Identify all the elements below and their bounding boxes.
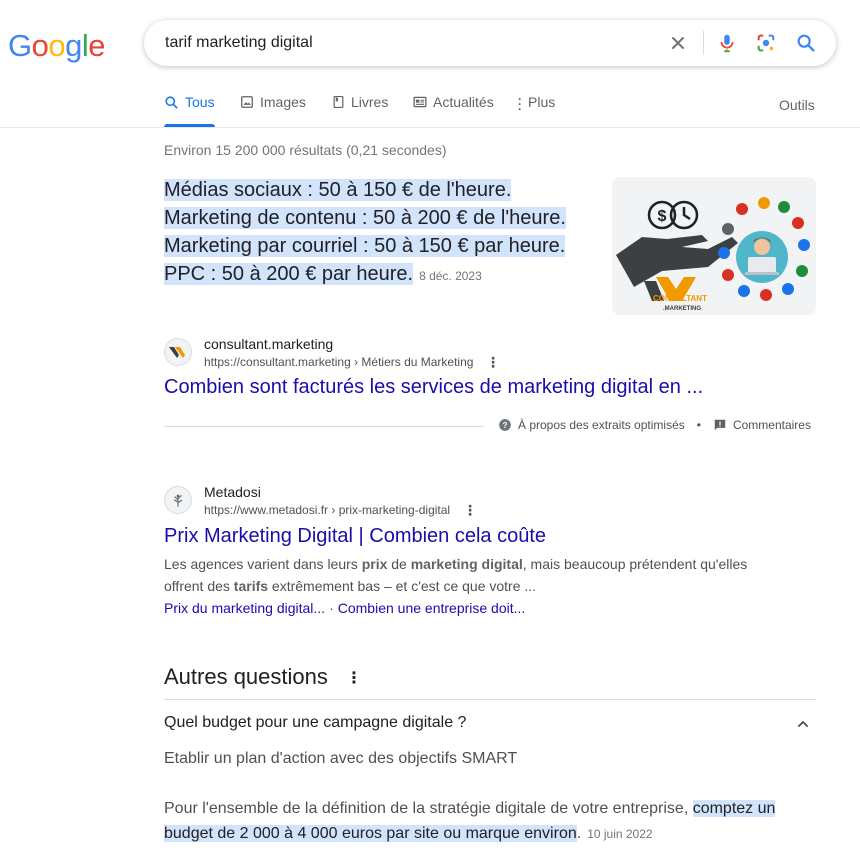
bullet: • [696,418,701,432]
snippet-line: Médias sociaux : 50 à 150 € de l'heure. [164,179,512,201]
header-divider [0,127,860,128]
search-icon [165,96,178,109]
svg-text:?: ? [503,421,508,430]
image-icon [241,96,253,108]
image-caption: CONSULTANT [653,294,707,303]
paa-answer-heading: Etablir un plan d'action avec des object… [164,750,518,767]
search-input[interactable]: tarif marketing digital [165,34,313,52]
snippet-text: extrêmement bas – et c'est ce que votre … [268,578,537,594]
chevron-up-icon[interactable] [795,716,811,737]
tab-label: Tous [185,94,215,110]
metadosi-favicon [164,486,192,514]
featured-snippet-image[interactable]: $ CONSULTANT .MARKETING [612,177,816,315]
tab-more[interactable]: · · · Plus [518,92,556,127]
snippet-text: Les agences varient dans leurs [164,556,362,572]
result-title-link[interactable]: Combien sont facturés les services de ma… [164,376,703,399]
more-options-icon[interactable]: ⋮ [346,668,362,688]
microphone-icon[interactable] [715,31,739,55]
logo-letter: G [8,28,32,63]
search-divider [703,31,704,55]
answer-text: Pour l'ensemble de la définition de la s… [164,800,693,817]
image-caption: .MARKETING [663,306,701,312]
about-snippets-link[interactable]: À propos des extraits optimisés [518,418,685,432]
paa-title: Autres questions [164,664,328,689]
snippet-line: Marketing par courriel : 50 à 150 € par … [164,235,566,257]
tab-label: Images [260,94,306,110]
more-options-icon[interactable]: ⋮ [486,354,500,371]
lens-icon[interactable] [754,31,778,55]
sitelinks: Prix du marketing digital... · Combien une… [164,600,525,616]
snippet-bold: tarifs [233,578,269,594]
logo-letter: g [65,28,82,63]
svg-text:$: $ [658,208,667,225]
feedback-icon [714,419,726,431]
tab-all[interactable]: Tous [164,94,215,127]
paa-question[interactable]: Quel budget pour une campagne digitale ? [164,714,466,732]
more-options-icon[interactable]: ⋮ [463,502,477,519]
book-icon [333,95,344,109]
result-stats: Environ 15 200 000 résultats (0,21 secon… [164,142,447,158]
sitelink-separator: · [329,600,334,616]
answer-date: 10 juin 2022 [587,827,653,841]
tools-button[interactable]: Outils [779,97,815,113]
logo-letter: o [31,28,49,63]
tab-images[interactable]: Images [240,94,306,127]
news-icon [413,96,427,108]
tab-label: Plus [528,94,556,110]
snippet-line: PPC : 50 à 200 € par heure. [164,263,414,285]
snippet-bold: marketing digital [410,556,523,572]
site-name: Metadosi [204,484,261,500]
logo-letter: e [88,28,106,63]
more-vert-icon: · · · [518,92,522,116]
divider [164,426,484,427]
featured-snippet-text: Médias sociaux : 50 à 150 € de l'heure. … [164,176,594,290]
answer-text: . [576,825,582,842]
snippet-bold: prix [361,556,388,572]
sitelink[interactable]: Combien une entreprise doit... [338,600,526,616]
clear-icon[interactable] [666,31,690,55]
site-url: https://consultant.marketing › Métiers d… [204,355,474,369]
snippet-line: Marketing de contenu : 50 à 200 € de l'h… [164,207,566,229]
help-icon: ? [499,419,511,431]
feedback-link[interactable]: Commentaires [733,418,811,432]
tab-books[interactable]: Livres [332,94,388,127]
search-box[interactable]: tarif marketing digital [144,20,836,66]
logo-letter: o [48,28,66,63]
snippet-date: 8 déc. 2023 [419,269,482,283]
site-name: consultant.marketing [204,336,334,352]
result-title-link[interactable]: Prix Marketing Digital | Combien cela co… [164,525,546,548]
tab-label: Actualités [433,94,494,110]
consultant-favicon [164,338,192,366]
divider [164,699,816,700]
result-snippet: Les agences varient dans leurs prix de m… [164,553,784,597]
tab-news[interactable]: Actualités [413,94,494,127]
paa-answer-text: Pour l'ensemble de la définition de la s… [164,796,814,847]
snippet-text: de [387,556,411,572]
tab-label: Livres [351,94,389,110]
site-url: https://www.metadosi.fr › prix-marketing… [204,503,451,517]
google-logo[interactable]: Google [8,28,106,64]
snippet-footer: ? À propos des extraits optimisés • Comm… [498,418,811,432]
sitelink[interactable]: Prix du marketing digital... [164,600,325,616]
search-icon[interactable] [794,31,818,55]
